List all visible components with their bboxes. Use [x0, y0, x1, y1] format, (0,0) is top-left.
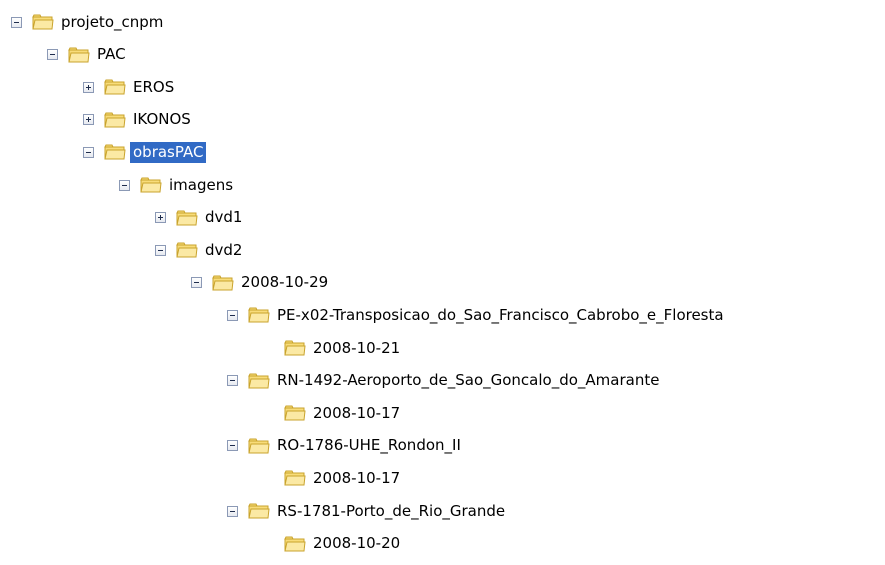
collapse-minus-icon[interactable]: [227, 440, 238, 452]
tree-node[interactable]: IKONOS: [83, 108, 194, 132]
collapse-minus-icon[interactable]: [119, 179, 130, 191]
tree-node-label[interactable]: RN-1492-Aeroporto_de_Sao_Goncalo_do_Amar…: [274, 370, 662, 391]
folder-icon: [104, 111, 126, 129]
folder-icon: [104, 143, 126, 161]
tree-node-label[interactable]: PAC: [94, 44, 129, 65]
folder-icon: [176, 241, 198, 259]
folder-icon: [248, 306, 270, 324]
tree-node-label[interactable]: IKONOS: [130, 109, 194, 130]
collapse-minus-icon[interactable]: [227, 309, 238, 321]
tree-node[interactable]: 2008-10-20: [284, 532, 403, 556]
tree-node[interactable]: 2008-10-29: [191, 271, 331, 295]
tree-node-label[interactable]: EROS: [130, 77, 177, 98]
tree-node[interactable]: dvd2: [155, 238, 245, 262]
tree-node-label[interactable]: RS-1781-Porto_de_Rio_Grande: [274, 501, 508, 522]
folder-icon: [68, 46, 90, 64]
folder-icon: [140, 176, 162, 194]
folder-icon: [248, 502, 270, 520]
folder-icon: [176, 209, 198, 227]
folder-icon: [212, 274, 234, 292]
expand-plus-icon[interactable]: [83, 114, 94, 126]
tree-node[interactable]: RO-1786-UHE_Rondon_II: [227, 434, 464, 458]
tree-node[interactable]: obrasPAC: [83, 140, 207, 164]
folder-icon: [284, 339, 306, 357]
collapse-minus-icon[interactable]: [47, 49, 58, 61]
collapse-minus-icon[interactable]: [83, 146, 94, 158]
tree-node[interactable]: imagens: [119, 173, 236, 197]
tree-node[interactable]: EROS: [83, 75, 177, 99]
tree-node[interactable]: projeto_cnpm: [11, 10, 166, 34]
tree-node-label[interactable]: imagens: [166, 175, 236, 196]
collapse-minus-icon[interactable]: [227, 505, 238, 517]
collapse-minus-icon[interactable]: [155, 244, 166, 256]
tree-node[interactable]: 2008-10-17: [284, 466, 403, 490]
folder-icon: [248, 437, 270, 455]
tree-node[interactable]: 2008-10-17: [284, 401, 403, 425]
tree-node-label[interactable]: 2008-10-29: [238, 272, 331, 293]
folder-icon: [104, 78, 126, 96]
folder-icon: [248, 372, 270, 390]
folder-tree: projeto_cnpm PAC EROS IKONOS obrasPAC imagens…: [0, 0, 885, 565]
tree-node-label[interactable]: obrasPAC: [130, 141, 207, 163]
collapse-minus-icon[interactable]: [191, 277, 202, 289]
tree-node-label[interactable]: 2008-10-20: [310, 533, 403, 554]
tree-node[interactable]: PE-x02-Transposicao_do_Sao_Francisco_Cab…: [227, 303, 727, 327]
folder-icon: [284, 535, 306, 553]
tree-node-label[interactable]: 2008-10-17: [310, 403, 403, 424]
tree-node-label[interactable]: dvd2: [202, 240, 245, 261]
tree-node-label[interactable]: dvd1: [202, 207, 245, 228]
tree-node[interactable]: dvd1: [155, 206, 245, 230]
tree-node-label[interactable]: 2008-10-17: [310, 468, 403, 489]
folder-icon: [284, 469, 306, 487]
expand-plus-icon[interactable]: [155, 212, 166, 224]
expand-plus-icon[interactable]: [83, 81, 94, 93]
folder-icon: [32, 13, 54, 31]
folder-icon: [284, 404, 306, 422]
tree-node[interactable]: PAC: [47, 43, 129, 67]
tree-node-label[interactable]: projeto_cnpm: [58, 12, 166, 33]
tree-node[interactable]: RS-1781-Porto_de_Rio_Grande: [227, 499, 508, 523]
collapse-minus-icon[interactable]: [11, 16, 22, 28]
tree-node[interactable]: RN-1492-Aeroporto_de_Sao_Goncalo_do_Amar…: [227, 369, 662, 393]
tree-node[interactable]: 2008-10-21: [284, 336, 403, 360]
collapse-minus-icon[interactable]: [227, 375, 238, 387]
tree-node-label[interactable]: 2008-10-21: [310, 338, 403, 359]
tree-node-label[interactable]: RO-1786-UHE_Rondon_II: [274, 435, 464, 456]
tree-node-label[interactable]: PE-x02-Transposicao_do_Sao_Francisco_Cab…: [274, 305, 727, 326]
